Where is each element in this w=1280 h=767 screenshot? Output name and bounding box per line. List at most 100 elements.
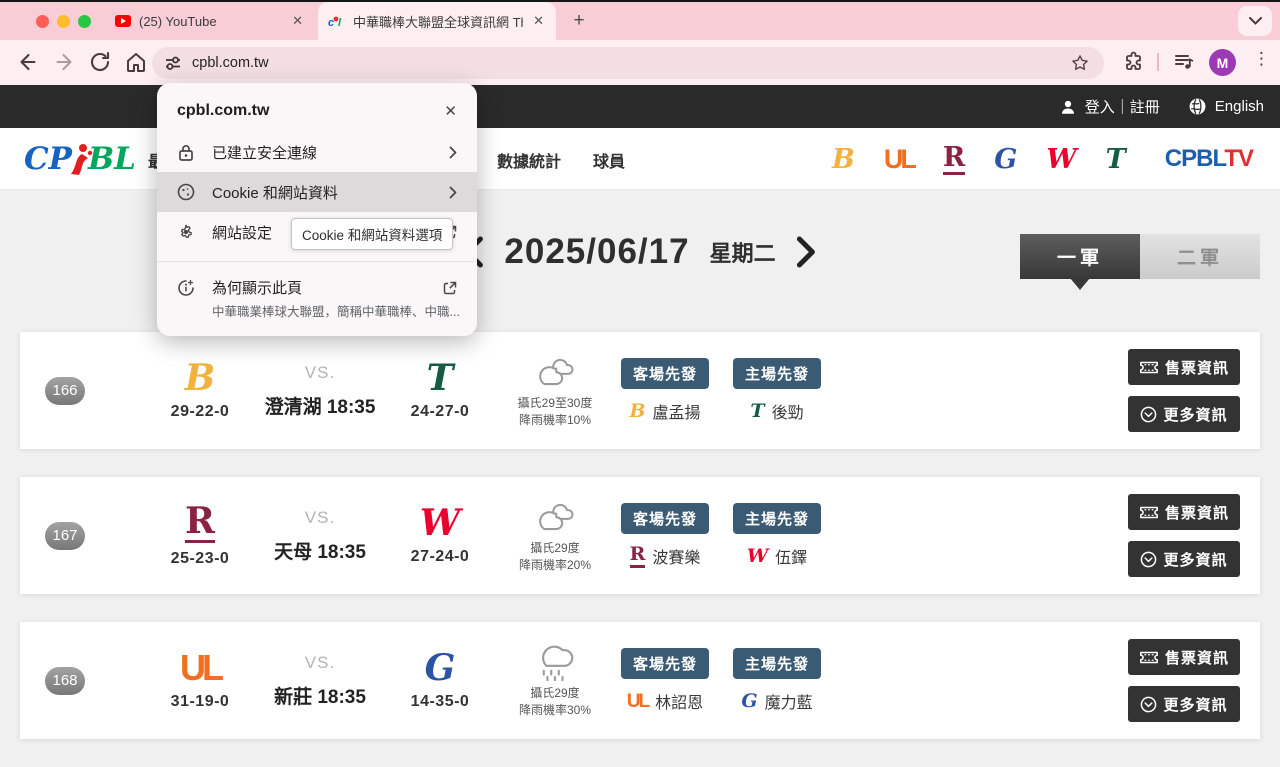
nav-item-players[interactable]: 球員 [593, 148, 625, 172]
tab-cpbl[interactable]: c l 中華職棒大聯盟全球資訊網 The ✕ [318, 2, 556, 40]
weather-rain: 降雨機率10% [500, 412, 610, 428]
weather-rain: 降雨機率20% [500, 557, 610, 573]
home-team: G 14-35-0 [380, 650, 500, 711]
next-day-chevron-icon[interactable] [796, 236, 818, 268]
ticket-icon [1139, 360, 1159, 375]
vs-label: VS. [260, 363, 380, 383]
tickets-button[interactable]: 售票資訊 [1128, 494, 1240, 530]
game-card-167: 167 R 25-23-0 VS. 天母 18:35 W 27-24-0 攝氏2… [20, 477, 1260, 594]
league-level-tabs: 一軍 二軍 [1020, 234, 1260, 279]
chevron-circle-icon [1140, 696, 1157, 713]
language-label: English [1215, 98, 1264, 115]
login-label: 登入｜註冊 [1085, 96, 1160, 117]
tab-youtube[interactable]: (25) YouTube ✕ [105, 2, 315, 40]
reload-icon[interactable] [88, 50, 112, 74]
popup-divider [157, 261, 477, 262]
close-window-button[interactable] [36, 15, 49, 28]
cookies-row[interactable]: Cookie 和網站資料 [157, 172, 477, 212]
lock-icon [177, 143, 195, 162]
logo-pitcher-icon [67, 142, 93, 176]
weather-temp: 攝氏29至30度 [500, 395, 610, 411]
home-pitcher-team-icon: T [750, 402, 764, 421]
media-controls-icon[interactable] [1172, 50, 1196, 74]
browser-menu-icon[interactable]: ⋮ [1253, 49, 1270, 69]
tab-close-icon[interactable]: ✕ [531, 13, 546, 29]
away-team-logo: B [140, 360, 260, 396]
card-actions: 售票資訊 更多資訊 [1128, 349, 1240, 432]
more-info-button[interactable]: 更多資訊 [1128, 396, 1240, 432]
login-link[interactable]: 登入｜註冊 [1059, 96, 1160, 117]
svg-text:l: l [338, 17, 342, 28]
team-logo-unilions[interactable]: UL [884, 146, 914, 173]
home-team-record: 24-27-0 [380, 403, 500, 421]
window-top-edge [0, 0, 1280, 2]
back-icon[interactable] [16, 50, 40, 74]
team-logo-tsg[interactable]: T [1106, 146, 1126, 173]
away-team-record: 25-23-0 [140, 550, 260, 568]
secure-connection-row[interactable]: 已建立安全連線 [157, 132, 477, 172]
popup-title: cpbl.com.tw [177, 102, 444, 120]
date-navigation: 2025/06/17 星期二 [462, 232, 817, 272]
weather-info: 攝氏29度 降雨機率20% [500, 498, 610, 572]
tab-first-squad[interactable]: 一軍 [1020, 234, 1140, 279]
venue-time: 澄清湖 18:35 [260, 392, 380, 419]
cookie-icon [177, 183, 195, 201]
fullscreen-window-button[interactable] [78, 15, 91, 28]
address-bar[interactable]: cpbl.com.tw [152, 47, 1104, 79]
cookies-tooltip: Cookie 和網站資料選項 [291, 218, 453, 250]
game-cards: 166 B 29-22-0 VS. 澄清湖 18:35 T 24-27-0 攝氏… [20, 332, 1260, 767]
extensions-icon[interactable] [1122, 50, 1146, 74]
weather-rain: 降雨機率30% [500, 702, 610, 718]
tickets-button[interactable]: 售票資訊 [1128, 349, 1240, 385]
chevron-right-icon [449, 186, 457, 199]
team-logo-brothers[interactable]: G [994, 146, 1017, 173]
home-starter-badge: 主場先發 [733, 503, 821, 534]
team-logo-dragons[interactable]: W [1046, 146, 1076, 173]
more-info-button[interactable]: 更多資訊 [1128, 541, 1240, 577]
person-icon [1059, 98, 1077, 116]
nav-item-stats[interactable]: 數據統計 [497, 148, 561, 172]
away-pitcher-name: 盧孟揚 [653, 399, 701, 423]
card-actions: 售票資訊 更多資訊 [1128, 494, 1240, 577]
url-text[interactable]: cpbl.com.tw [192, 55, 269, 71]
logo-cp: CP [24, 141, 72, 177]
tab-search-chevron-icon[interactable] [1238, 6, 1272, 36]
why-page-label: 為何顯示此頁 [212, 277, 426, 298]
current-date: 2025/06/17 [504, 232, 689, 272]
cookies-label: Cookie 和網站資料 [212, 182, 432, 203]
tab-close-icon[interactable]: ✕ [290, 13, 305, 29]
weather-info: 攝氏29至30度 降雨機率10% [500, 353, 610, 427]
gear-icon [177, 223, 195, 241]
home-team: T 24-27-0 [380, 360, 500, 421]
chevron-circle-icon [1140, 406, 1157, 423]
home-team: W 27-24-0 [380, 505, 500, 566]
home-icon[interactable] [124, 50, 148, 74]
weather-info: 攝氏29度 降雨機率30% [500, 643, 610, 717]
away-pitcher: 客場先發 R 波賽樂 [615, 503, 715, 568]
ticket-icon [1139, 650, 1159, 665]
cpbl-tv-link[interactable]: CPBLTV [1165, 145, 1253, 173]
clouds-icon [530, 498, 580, 536]
site-info-tune-icon[interactable] [164, 54, 182, 72]
matchup-center: VS. 新莊 18:35 [260, 653, 380, 709]
popup-close-icon[interactable]: ✕ [444, 102, 457, 120]
why-page-row[interactable]: 為何顯示此頁 中華職業棒球大聯盟，簡稱中華職棒、中職... [157, 271, 477, 324]
minimize-window-button[interactable] [57, 15, 70, 28]
cpbl-logo[interactable]: CP BL [24, 141, 136, 177]
info-icon [177, 279, 195, 297]
current-weekday: 星期二 [710, 236, 776, 268]
profile-avatar[interactable]: M [1209, 49, 1236, 76]
language-switcher[interactable]: English [1188, 97, 1264, 116]
new-tab-button[interactable]: + [566, 8, 592, 34]
forward-icon[interactable] [52, 50, 76, 74]
bookmark-star-icon[interactable] [1070, 53, 1090, 73]
site-info-popup: cpbl.com.tw ✕ 已建立安全連線 Cookie 和網站資料 網站設定 [157, 83, 477, 336]
more-info-button[interactable]: 更多資訊 [1128, 686, 1240, 722]
tab-second-squad[interactable]: 二軍 [1140, 234, 1260, 279]
globe-icon [1188, 97, 1207, 116]
team-logo-fubon[interactable]: B [832, 146, 855, 173]
home-pitcher-team-icon: W [747, 547, 768, 566]
team-logo-rakuten[interactable]: R [943, 144, 965, 175]
away-pitcher-name: 波賽樂 [652, 544, 700, 568]
tickets-button[interactable]: 售票資訊 [1128, 639, 1240, 675]
